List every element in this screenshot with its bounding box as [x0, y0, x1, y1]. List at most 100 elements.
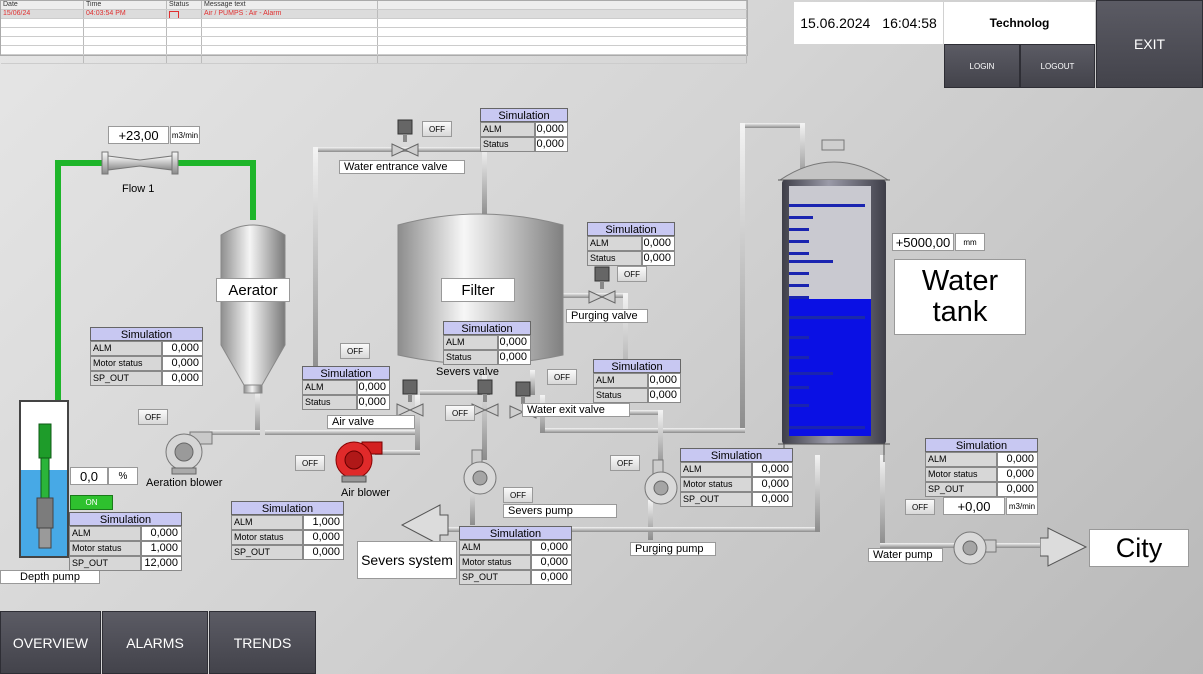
air-blower-icon[interactable]: [332, 438, 384, 484]
air-valve-icon[interactable]: [395, 378, 425, 418]
sim-key: ALM: [480, 122, 535, 137]
aerator-tank-icon[interactable]: [218, 215, 288, 395]
sim-panel-water-entrance-valve: Simulation ALM 0,000 Status 0,000: [480, 108, 568, 152]
purging-pump-off-button[interactable]: OFF: [610, 455, 640, 471]
sim-value[interactable]: 0,000: [752, 462, 793, 477]
water-tank-fill: [789, 298, 871, 436]
nav-alarms-button[interactable]: ALARMS: [102, 611, 208, 674]
water-flow-value: +0,00: [943, 497, 1005, 515]
aeration-blower-off-button[interactable]: OFF: [138, 409, 168, 425]
purging-valve-icon[interactable]: [587, 265, 617, 305]
severs-pump-off-button[interactable]: OFF: [503, 487, 533, 503]
sim-value[interactable]: 12,000: [141, 556, 182, 571]
sim-value[interactable]: 0,000: [648, 388, 681, 403]
sim-value[interactable]: 1,000: [303, 515, 344, 530]
current-user: Technolog: [944, 2, 1095, 44]
sim-value[interactable]: 0,000: [303, 545, 344, 560]
sim-panel-air-valve: Simulation ALM 0,000 Status 0,000: [302, 366, 390, 410]
severs-valve-label: Severs valve: [436, 366, 499, 378]
sim-value[interactable]: 0,000: [531, 555, 572, 570]
sim-value[interactable]: 0,000: [531, 570, 572, 585]
sim-value[interactable]: 0,000: [535, 122, 568, 137]
water-exit-valve-label: Water exit valve: [522, 403, 630, 417]
login-button[interactable]: LOGIN: [944, 44, 1020, 88]
aeration-blower-label: Aeration blower: [146, 477, 223, 489]
table-row[interactable]: 15/06/24 04:03:54 PM Air / PUMPS : Air -…: [1, 10, 747, 19]
sim-value[interactable]: 0,000: [535, 137, 568, 152]
sim-value[interactable]: 0,000: [997, 482, 1038, 497]
sim-value[interactable]: 0,000: [997, 467, 1038, 482]
sim-value[interactable]: 0,000: [162, 371, 203, 386]
sim-value[interactable]: 0,000: [997, 452, 1038, 467]
pipe: [210, 430, 260, 435]
nav-overview-button[interactable]: OVERVIEW: [0, 611, 101, 674]
depth-pct-unit: %: [108, 467, 138, 485]
water-tank-legs-icon: [778, 443, 890, 462]
depth-pump-icon: [36, 423, 54, 549]
sim-value[interactable]: 1,000: [141, 541, 182, 556]
water-entrance-valve-off-button[interactable]: OFF: [422, 121, 452, 137]
sim-key: SP_OUT: [459, 570, 531, 585]
sim-panel-aeration-blower: Simulation ALM 0,000 Motor status 0,000 SP…: [90, 327, 203, 386]
sim-value[interactable]: 0,000: [531, 540, 572, 555]
water-entrance-valve-icon[interactable]: [390, 118, 420, 158]
purging-pump-label: Purging pump: [630, 542, 716, 556]
sim-value[interactable]: 0,000: [648, 373, 681, 388]
air-valve-off-button[interactable]: OFF: [340, 343, 370, 359]
sim-value[interactable]: 0,000: [141, 526, 182, 541]
sim-panel-water-pump: Simulation ALM 0,000 Motor status 0,000 SP…: [925, 438, 1038, 497]
sim-value[interactable]: 0,000: [162, 356, 203, 371]
flow-meter-icon[interactable]: [100, 148, 180, 178]
sim-title: Simulation: [231, 501, 344, 515]
sim-key: Status: [443, 350, 498, 365]
water-exit-valve-off-button[interactable]: OFF: [547, 369, 577, 385]
purging-valve-off-button[interactable]: OFF: [617, 266, 647, 282]
sim-value[interactable]: 0,000: [162, 341, 203, 356]
sim-key: SP_OUT: [231, 545, 303, 560]
depth-pump-label: Depth pump: [0, 570, 100, 584]
sim-value[interactable]: 0,000: [752, 492, 793, 507]
water-pump-icon[interactable]: [952, 528, 998, 568]
air-blower-off-button[interactable]: OFF: [295, 455, 325, 471]
city-label: City: [1089, 529, 1189, 567]
alarm-table[interactable]: Date Time Status Message text 15/06/24 0…: [0, 0, 748, 64]
sim-key: Status: [302, 395, 357, 410]
pipe: [540, 428, 745, 433]
sim-value[interactable]: 0,000: [642, 251, 675, 266]
air-valve-label: Air valve: [327, 415, 415, 429]
pipe: [880, 455, 885, 545]
sim-key: Status: [480, 137, 535, 152]
sim-value[interactable]: 0,000: [642, 236, 675, 251]
water-tank-label: Water tank: [894, 259, 1026, 335]
sim-panel-severs-pump: Simulation ALM 0,000 Motor status 0,000 SP…: [459, 526, 572, 585]
sim-key: ALM: [90, 341, 162, 356]
sim-key: SP_OUT: [680, 492, 752, 507]
logout-button[interactable]: LOGOUT: [1020, 44, 1095, 88]
sim-value[interactable]: 0,000: [752, 477, 793, 492]
sim-value[interactable]: 0,000: [357, 380, 390, 395]
sim-value[interactable]: 0,000: [498, 335, 531, 350]
exit-button[interactable]: EXIT: [1096, 0, 1203, 88]
sim-title: Simulation: [587, 222, 675, 236]
sim-value[interactable]: 0,000: [357, 395, 390, 410]
sim-title: Simulation: [69, 512, 182, 526]
air-blower-label: Air blower: [341, 487, 390, 499]
sim-key: ALM: [231, 515, 303, 530]
severs-valve-off-button[interactable]: OFF: [445, 405, 475, 421]
purging-valve-label: Purging valve: [566, 309, 648, 323]
sim-panel-water-exit-valve: Simulation ALM 0,000 Status 0,000: [593, 359, 681, 403]
sim-value[interactable]: 0,000: [498, 350, 531, 365]
pipe: [815, 455, 820, 532]
table-row: [1, 28, 747, 37]
water-pump-off-button[interactable]: OFF: [905, 499, 935, 515]
sim-key: ALM: [443, 335, 498, 350]
severs-pump-icon[interactable]: [462, 448, 500, 498]
depth-well[interactable]: [19, 400, 69, 558]
nav-trends-button[interactable]: TRENDS: [209, 611, 316, 674]
purging-pump-icon[interactable]: [643, 458, 681, 508]
depth-pump-on-button[interactable]: ON: [70, 495, 113, 510]
aeration-blower-icon[interactable]: [162, 430, 214, 476]
filter-label: Filter: [441, 278, 515, 302]
sim-key: Motor status: [90, 356, 162, 371]
sim-value[interactable]: 0,000: [303, 530, 344, 545]
